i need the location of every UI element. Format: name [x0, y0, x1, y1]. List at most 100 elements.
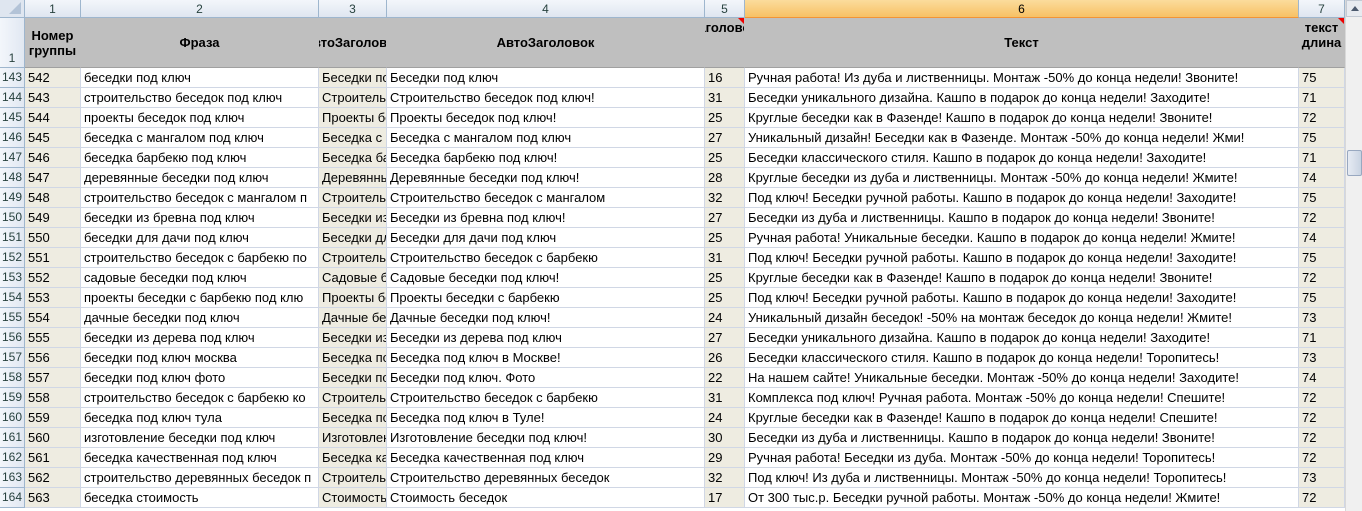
title-length-cell[interactable]: 31: [705, 248, 745, 268]
scroll-up-icon[interactable]: [1346, 0, 1362, 17]
text-length-cell[interactable]: 72: [1299, 428, 1345, 448]
group-number-cell[interactable]: 563: [25, 488, 81, 508]
phrase-cell[interactable]: дачные беседки под ключ: [81, 308, 319, 328]
scrollbar-thumb[interactable]: [1347, 150, 1362, 176]
auto-title-short-cell[interactable]: Беседка качественная под ключ: [319, 448, 387, 468]
spreadsheet-grid[interactable]: 1Номер группы2Фраза3АвтоЗаголовок4АвтоЗа…: [0, 0, 1345, 511]
text-cell[interactable]: Уникальный дизайн! Беседки как в Фазенде…: [745, 128, 1299, 148]
text-cell[interactable]: Ручная работа! Беседки из дуба. Монтаж -…: [745, 448, 1299, 468]
text-cell[interactable]: Круглые беседки как в Фазенде! Кашпо в п…: [745, 408, 1299, 428]
auto-title-short-cell[interactable]: Беседка под ключ в Туле!: [319, 408, 387, 428]
column-header-2[interactable]: 2: [81, 0, 319, 18]
auto-title-short-cell[interactable]: Беседки из бревна под ключ!: [319, 208, 387, 228]
text-cell[interactable]: Под ключ! Беседки ручной работы. Кашпо в…: [745, 288, 1299, 308]
column-header-5[interactable]: 5: [705, 0, 745, 18]
text-cell[interactable]: Круглые беседки как в Фазенде! Кашпо в п…: [745, 268, 1299, 288]
text-cell[interactable]: Под ключ! Беседки ручной работы. Кашпо в…: [745, 188, 1299, 208]
text-length-cell[interactable]: 71: [1299, 88, 1345, 108]
auto-title-short-cell[interactable]: Беседки под ключ. Фото: [319, 368, 387, 388]
auto-title-cell[interactable]: Строительство беседок с барбекю: [387, 388, 705, 408]
text-length-cell[interactable]: 75: [1299, 248, 1345, 268]
phrase-cell[interactable]: беседки под ключ: [81, 68, 319, 88]
phrase-cell[interactable]: проекты беседки с барбекю под клю: [81, 288, 319, 308]
title-length-cell[interactable]: 27: [705, 128, 745, 148]
auto-title-cell[interactable]: Строительство беседок с мангалом: [387, 188, 705, 208]
text-cell[interactable]: Под ключ! Из дуба и лиственницы. Монтаж …: [745, 468, 1299, 488]
auto-title-cell[interactable]: Строительство беседок с барбекю: [387, 248, 705, 268]
text-length-cell[interactable]: 72: [1299, 388, 1345, 408]
title-length-cell[interactable]: 22: [705, 368, 745, 388]
title-length-cell[interactable]: 31: [705, 388, 745, 408]
phrase-cell[interactable]: беседки под ключ фото: [81, 368, 319, 388]
auto-title-short-cell[interactable]: Садовые беседки под ключ!: [319, 268, 387, 288]
row-header[interactable]: 156: [0, 328, 25, 348]
auto-title-short-cell[interactable]: Строительство беседок под ключ!: [319, 88, 387, 108]
auto-title-cell[interactable]: Беседки для дачи под ключ: [387, 228, 705, 248]
column-header-4[interactable]: 4: [387, 0, 705, 18]
text-length-cell[interactable]: 75: [1299, 128, 1345, 148]
header-cell-5[interactable]: заголовок: [705, 18, 745, 68]
row-header[interactable]: 144: [0, 88, 25, 108]
text-length-cell[interactable]: 75: [1299, 288, 1345, 308]
phrase-cell[interactable]: беседка с мангалом под ключ: [81, 128, 319, 148]
phrase-cell[interactable]: беседка стоимость: [81, 488, 319, 508]
column-header-1[interactable]: 1: [25, 0, 81, 18]
row-header[interactable]: 1: [0, 18, 25, 68]
title-length-cell[interactable]: 25: [705, 108, 745, 128]
text-cell[interactable]: Под ключ! Беседки ручной работы. Кашпо в…: [745, 248, 1299, 268]
auto-title-short-cell[interactable]: Строительство беседок с барбекю: [319, 248, 387, 268]
text-cell[interactable]: Ручная работа! Уникальные беседки. Кашпо…: [745, 228, 1299, 248]
title-length-cell[interactable]: 25: [705, 288, 745, 308]
select-all-button[interactable]: [0, 0, 25, 18]
text-length-cell[interactable]: 74: [1299, 168, 1345, 188]
title-length-cell[interactable]: 28: [705, 168, 745, 188]
phrase-cell[interactable]: беседка барбекю под ключ: [81, 148, 319, 168]
row-header[interactable]: 157: [0, 348, 25, 368]
auto-title-cell[interactable]: Беседка под ключ в Москве!: [387, 348, 705, 368]
phrase-cell[interactable]: беседки из дерева под ключ: [81, 328, 319, 348]
title-length-cell[interactable]: 30: [705, 428, 745, 448]
group-number-cell[interactable]: 552: [25, 268, 81, 288]
text-length-cell[interactable]: 72: [1299, 448, 1345, 468]
text-length-cell[interactable]: 73: [1299, 308, 1345, 328]
row-header[interactable]: 162: [0, 448, 25, 468]
phrase-cell[interactable]: строительство беседок под ключ: [81, 88, 319, 108]
text-cell[interactable]: Беседки из дуба и лиственницы. Кашпо в п…: [745, 428, 1299, 448]
row-header[interactable]: 155: [0, 308, 25, 328]
group-number-cell[interactable]: 548: [25, 188, 81, 208]
phrase-cell[interactable]: строительство беседок с барбекю ко: [81, 388, 319, 408]
auto-title-cell[interactable]: Изготовление беседки под ключ!: [387, 428, 705, 448]
row-header[interactable]: 145: [0, 108, 25, 128]
text-length-cell[interactable]: 72: [1299, 408, 1345, 428]
auto-title-cell[interactable]: Садовые беседки под ключ!: [387, 268, 705, 288]
text-cell[interactable]: От 300 тыс.р. Беседки ручной работы. Мон…: [745, 488, 1299, 508]
group-number-cell[interactable]: 560: [25, 428, 81, 448]
group-number-cell[interactable]: 551: [25, 248, 81, 268]
row-header[interactable]: 149: [0, 188, 25, 208]
text-cell[interactable]: Уникальный дизайн беседок! -50% на монта…: [745, 308, 1299, 328]
row-header[interactable]: 161: [0, 428, 25, 448]
auto-title-cell[interactable]: Проекты беседки с барбекю: [387, 288, 705, 308]
title-length-cell[interactable]: 27: [705, 208, 745, 228]
group-number-cell[interactable]: 542: [25, 68, 81, 88]
group-number-cell[interactable]: 543: [25, 88, 81, 108]
row-header[interactable]: 154: [0, 288, 25, 308]
group-number-cell[interactable]: 554: [25, 308, 81, 328]
group-number-cell[interactable]: 559: [25, 408, 81, 428]
row-header[interactable]: 147: [0, 148, 25, 168]
text-length-cell[interactable]: 72: [1299, 108, 1345, 128]
title-length-cell[interactable]: 24: [705, 408, 745, 428]
row-header[interactable]: 150: [0, 208, 25, 228]
phrase-cell[interactable]: беседка под ключ тула: [81, 408, 319, 428]
text-length-cell[interactable]: 72: [1299, 488, 1345, 508]
text-cell[interactable]: Беседки уникального дизайна. Кашпо в под…: [745, 88, 1299, 108]
auto-title-cell[interactable]: Беседка барбекю под ключ!: [387, 148, 705, 168]
group-number-cell[interactable]: 562: [25, 468, 81, 488]
row-header[interactable]: 163: [0, 468, 25, 488]
group-number-cell[interactable]: 555: [25, 328, 81, 348]
auto-title-short-cell[interactable]: Беседка под ключ в Москве!: [319, 348, 387, 368]
title-length-cell[interactable]: 26: [705, 348, 745, 368]
text-length-cell[interactable]: 71: [1299, 148, 1345, 168]
row-header[interactable]: 146: [0, 128, 25, 148]
auto-title-short-cell[interactable]: Строительство беседок с мангалом: [319, 188, 387, 208]
